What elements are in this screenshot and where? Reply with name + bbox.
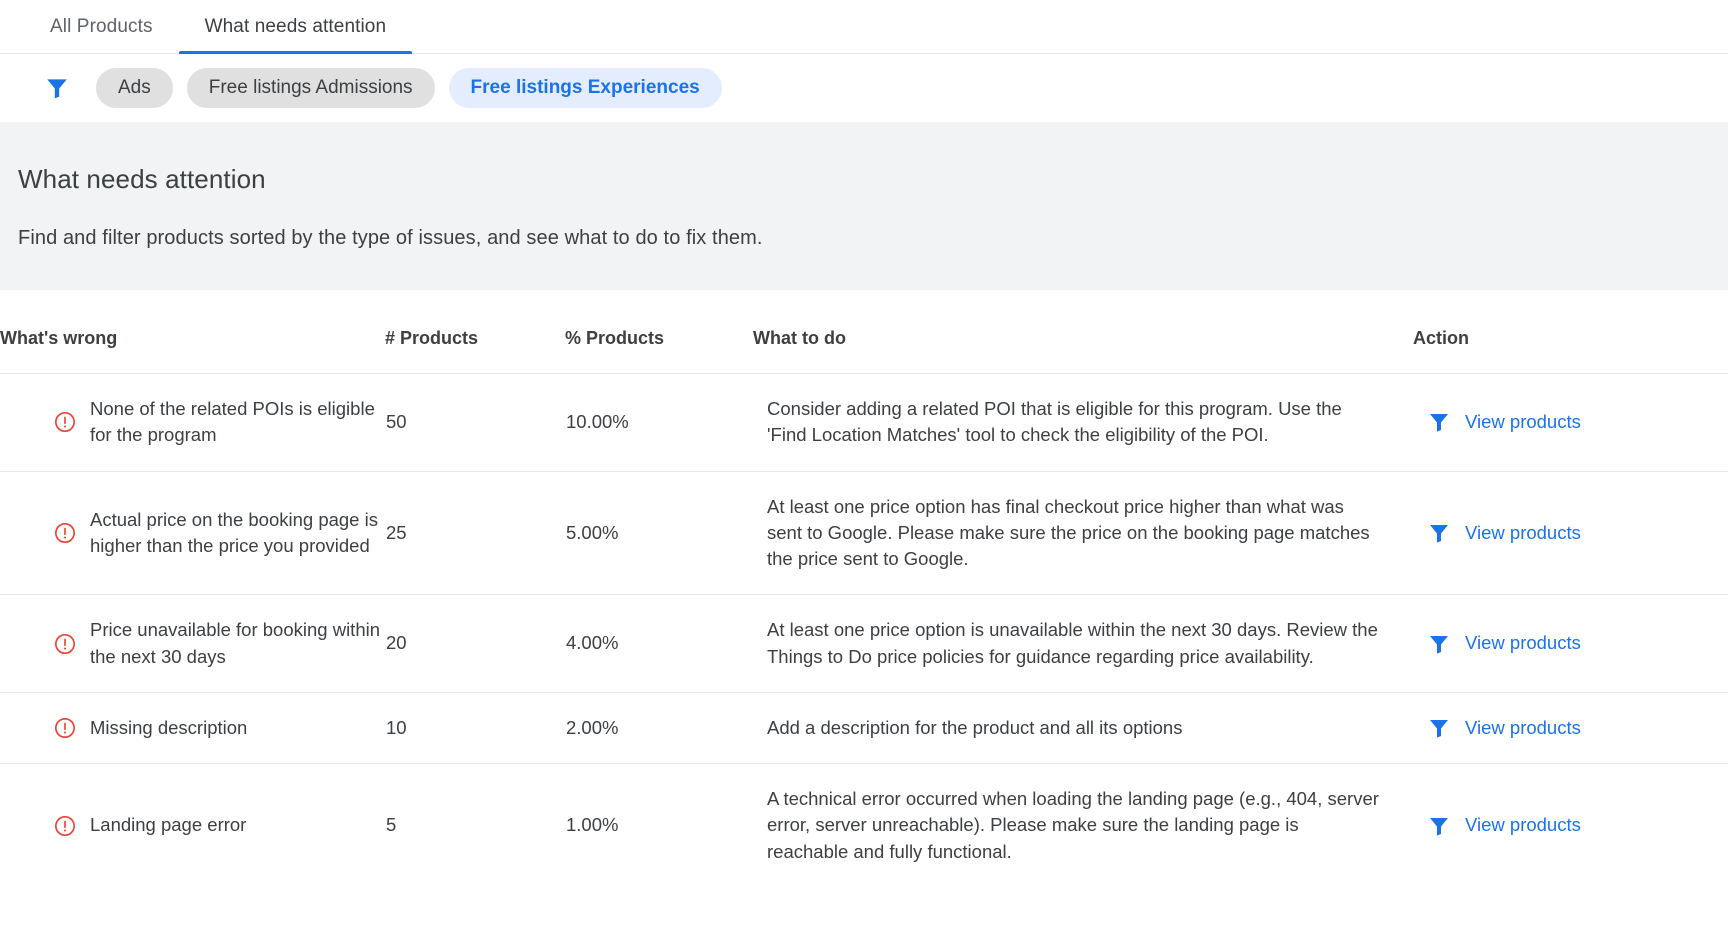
issue-title: Landing page error	[90, 814, 247, 836]
cell-what-to-do: A technical error occurred when loading …	[767, 788, 1379, 862]
error-circle-icon	[55, 522, 75, 543]
cell-num-products: 5	[386, 814, 397, 836]
table-row: Actual price on the booking page is high…	[0, 471, 1728, 596]
cell-pct-products: 5.00%	[565, 471, 753, 596]
table-row: Missing description 10 2.00% Add a descr…	[0, 692, 1728, 765]
view-products-button[interactable]: View products	[1427, 520, 1727, 546]
chip-ads-label: Ads	[118, 77, 151, 98]
error-circle-icon	[55, 717, 75, 738]
chip-free-listings-experiences-label: Free listings Experiences	[470, 77, 700, 98]
cell-num-products: 20	[385, 594, 565, 693]
column-header-whats-wrong: What's wrong	[0, 290, 385, 374]
error-circle-icon	[55, 412, 75, 433]
view-products-button[interactable]: View products	[1427, 812, 1727, 838]
filter-chip-row: Ads Free listings Admissions Free listin…	[0, 54, 1728, 122]
chip-free-listings-admissions-label: Free listings Admissions	[208, 77, 413, 98]
column-header-action: Action	[1413, 290, 1728, 374]
cell-num-products: 10	[385, 692, 565, 765]
cell-action: View products	[1413, 594, 1728, 693]
column-header-pct-products: % Products	[565, 290, 753, 374]
view-products-label: View products	[1465, 521, 1581, 543]
cell-action: View products	[1413, 692, 1728, 765]
cell-whats-wrong: Actual price on the booking page is high…	[0, 471, 385, 596]
filter-funnel-icon	[1430, 719, 1448, 738]
filter-funnel-icon	[1430, 414, 1448, 432]
chip-ads[interactable]: Ads	[96, 68, 173, 108]
column-header-num-products: # Products	[385, 290, 565, 374]
cell-action: View products	[1413, 764, 1728, 887]
tab-all-products-label: All Products	[50, 16, 153, 37]
tab-all-products[interactable]: All Products	[24, 0, 179, 54]
cell-action: View products	[1413, 471, 1728, 596]
view-products-label: View products	[1465, 716, 1581, 738]
cell-num-products: 25	[385, 471, 565, 596]
cell-pct-products: 1.00%	[566, 814, 619, 836]
view-products-label: View products	[1465, 411, 1581, 433]
chip-free-listings-experiences[interactable]: Free listings Experiences	[448, 68, 722, 108]
cell-pct-products: 2.00%	[565, 692, 753, 765]
filter-funnel-icon	[1430, 635, 1448, 654]
issues-table-wrapper: What's wrong # Products % Products What …	[0, 290, 1728, 887]
table-row: Price unavailable for booking within the…	[0, 594, 1728, 693]
error-circle-icon	[55, 633, 75, 654]
view-products-button[interactable]: View products	[1427, 409, 1727, 435]
cell-what-to-do: At least one price option is unavailable…	[753, 594, 1413, 693]
page-title: What needs attention	[18, 164, 266, 194]
tab-what-needs-attention[interactable]: What needs attention	[178, 0, 413, 54]
error-circle-icon	[55, 815, 75, 836]
issue-title: None of the related POIs is eligible for…	[90, 398, 375, 446]
cell-what-to-do: Add a description for the product and al…	[753, 692, 1413, 765]
page-description: Find and filter products sorted by the t…	[18, 227, 763, 249]
issues-table: What's wrong # Products % Products What …	[0, 290, 1728, 887]
filter-funnel-icon	[1430, 524, 1448, 543]
view-products-label: View products	[1465, 814, 1581, 836]
issue-title: Price unavailable for booking within the…	[90, 619, 381, 667]
tab-what-needs-attention-label: What needs attention	[204, 16, 387, 37]
table-row: Landing page error 5 1.00% A technical e…	[0, 764, 1728, 887]
table-row: None of the related POIs is eligible for…	[0, 373, 1728, 472]
cell-whats-wrong: Missing description	[0, 692, 385, 765]
filter-funnel-icon	[1430, 817, 1448, 836]
tab-bar: All Products What needs attention	[0, 0, 1728, 54]
chip-free-listings-admissions[interactable]: Free listings Admissions	[186, 68, 435, 108]
issue-title: Actual price on the booking page is high…	[90, 508, 378, 556]
issues-table-head: What's wrong # Products % Products What …	[0, 290, 1728, 374]
cell-what-to-do: Consider adding a related POI that is el…	[753, 373, 1413, 472]
cell-pct-products: 10.00%	[565, 373, 753, 472]
cell-whats-wrong: Price unavailable for booking within the…	[0, 594, 385, 693]
issues-table-body: None of the related POIs is eligible for…	[0, 373, 1728, 887]
view-products-button[interactable]: View products	[1427, 630, 1727, 656]
cell-pct-products: 4.00%	[565, 594, 753, 693]
issue-title: Missing description	[90, 716, 248, 738]
cell-whats-wrong: None of the related POIs is eligible for…	[0, 373, 385, 472]
page-banner: What needs attention Find and filter pro…	[0, 122, 1728, 290]
cell-action: View products	[1413, 373, 1728, 472]
table-header-row: What's wrong # Products % Products What …	[0, 290, 1728, 374]
cell-whats-wrong: Landing page error	[0, 764, 385, 887]
filter-funnel-icon[interactable]	[44, 75, 70, 101]
view-products-label: View products	[1465, 632, 1581, 654]
cell-what-to-do: At least one price option has final chec…	[753, 471, 1413, 596]
column-header-what-to-do: What to do	[753, 290, 1413, 374]
cell-num-products: 50	[385, 373, 565, 472]
view-products-button[interactable]: View products	[1427, 715, 1727, 741]
